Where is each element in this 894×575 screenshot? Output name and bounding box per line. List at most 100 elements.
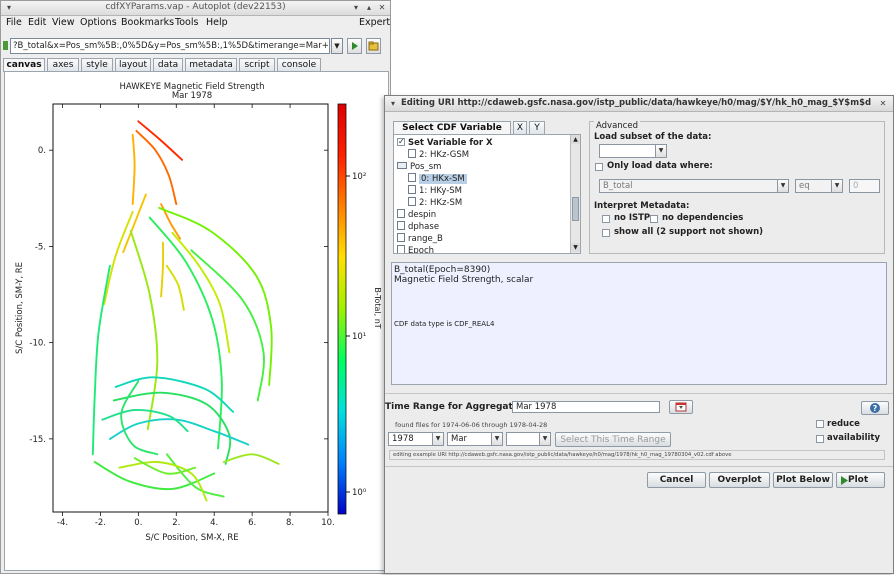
tree-item[interactable]: Epoch <box>397 245 434 253</box>
file-icon <box>397 245 405 253</box>
no-dependencies-checkbox[interactable] <box>650 215 658 223</box>
no-istp-label: no ISTP <box>614 213 651 223</box>
description-variable: B_total(Epoch=8390) <box>394 265 491 275</box>
scroll-up-icon[interactable]: ▲ <box>571 135 580 144</box>
tab-style[interactable]: style <box>81 58 113 71</box>
tab-metadata[interactable]: metadata <box>185 58 237 71</box>
day-combo[interactable]: ▼ <box>506 432 551 446</box>
tree-item[interactable]: dphase <box>397 221 439 233</box>
only-load-checkbox[interactable] <box>595 163 603 171</box>
x-tick-label: 4. <box>210 518 218 528</box>
tab-console[interactable]: console <box>277 58 321 71</box>
where-operator-combo[interactable]: eq ▼ <box>795 179 843 193</box>
plot-canvas[interactable]: HAWKEYE Magnetic Field Strength Mar 1978… <box>4 71 389 571</box>
x-tick-label: 2. <box>172 518 180 528</box>
menu-help[interactable]: Help <box>206 17 228 28</box>
no-istp-checkbox[interactable] <box>602 215 610 223</box>
chevron-down-icon: ▼ <box>655 145 666 157</box>
set-variable-checkbox[interactable]: ✓ <box>397 137 405 146</box>
menu-view[interactable]: View <box>52 17 75 28</box>
dialog-close-icon[interactable]: ✕ <box>879 100 887 108</box>
calendar-button[interactable] <box>669 400 693 414</box>
dialog-title: Editing URI http://cdaweb.gsfc.nasa.gov/… <box>401 98 871 108</box>
set-variable-row[interactable]: ✓ Set Variable for X <box>397 137 493 149</box>
x-tick-label: 8. <box>286 518 294 528</box>
menu-tools[interactable]: Tools <box>175 17 198 28</box>
minimize-icon[interactable]: ▾ <box>352 4 360 12</box>
scroll-down-icon[interactable]: ▼ <box>571 243 580 252</box>
reduce-checkbox[interactable] <box>816 420 824 428</box>
menu-file[interactable]: File <box>6 17 22 28</box>
tab-x[interactable]: X <box>513 121 527 134</box>
tab-layout[interactable]: layout <box>115 58 151 71</box>
load-subset-label: Load subset of the data: <box>594 132 712 142</box>
tree-item[interactable]: despin <box>397 209 436 221</box>
reduce-label: reduce <box>827 419 860 429</box>
colorbar-label: B-Total, nT <box>373 287 382 328</box>
tree-item[interactable]: 2: HKz-GSM <box>408 149 469 161</box>
tab-script[interactable]: script <box>239 58 275 71</box>
tree-scrollbar[interactable]: ▲ ▼ <box>570 135 580 253</box>
subset-combo[interactable]: ▼ <box>599 144 667 158</box>
advanced-panel: Advanced Load subset of the data: ▼ Only… <box>589 121 885 254</box>
maximize-icon[interactable]: ▴ <box>365 4 373 12</box>
tree-item[interactable]: 2: HKz-SM <box>408 197 462 209</box>
divider <box>385 466 893 467</box>
chevron-down-icon: ▼ <box>539 433 550 445</box>
time-range-input[interactable]: Mar 1978 <box>512 401 660 413</box>
where-value-input[interactable]: 0 <box>849 179 880 193</box>
select-time-range-button[interactable]: Select This Time Range <box>555 432 671 447</box>
tree-item[interactable]: range_B <box>397 233 443 245</box>
file-icon <box>408 149 416 158</box>
x-tick-label: -4. <box>57 518 68 528</box>
tab-data[interactable]: data <box>153 58 183 71</box>
plot-subtitle: Mar 1978 <box>172 91 212 101</box>
plot-button[interactable]: Plot <box>836 472 885 488</box>
tree-item[interactable]: 1: HKy-SM <box>408 185 462 197</box>
availability-checkbox[interactable] <box>816 435 824 443</box>
where-variable-combo[interactable]: B_total ▼ <box>599 179 789 193</box>
dialog-menu-icon[interactable]: ▾ <box>389 100 397 108</box>
uri-history-dropdown[interactable]: ▼ <box>331 38 343 54</box>
menu-edit[interactable]: Edit <box>28 17 46 28</box>
year-combo[interactable]: 1978 ▼ <box>388 432 444 446</box>
variable-description: B_total(Epoch=8390) Magnetic Field Stren… <box>391 262 887 385</box>
availability-label: availability <box>827 433 881 443</box>
uri-row: ?B_total&x=Pos_sm%5B:,0%5D&y=Pos_sm%5B:,… <box>1 36 390 56</box>
status-line: editing example URI http://cdaweb.gsfc.n… <box>389 450 885 460</box>
uri-input[interactable]: ?B_total&x=Pos_sm%5B:,0%5D&y=Pos_sm%5B:,… <box>10 38 330 54</box>
calendar-icon <box>675 402 687 412</box>
menu-options[interactable]: Options <box>80 17 117 28</box>
help-button[interactable]: ? <box>861 401 889 415</box>
file-icon <box>408 185 416 194</box>
cancel-button[interactable]: Cancel <box>647 472 706 488</box>
description-summary: Magnetic Field Strength, scalar <box>394 275 534 285</box>
x-tick-label: 0. <box>134 518 142 528</box>
go-button[interactable] <box>347 38 362 54</box>
file-icon <box>397 233 405 242</box>
month-combo[interactable]: Mar ▼ <box>447 432 503 446</box>
help-icon: ? <box>870 403 880 413</box>
show-all-checkbox[interactable] <box>602 229 610 237</box>
tree-item-selected[interactable]: 0: HKx-SM <box>408 173 467 185</box>
y-tick-label: -10. <box>29 339 46 349</box>
tab-y[interactable]: Y <box>529 121 545 134</box>
play-icon <box>352 42 358 50</box>
colorbar-tick-label: 10² <box>352 172 366 182</box>
tab-select-cdf-variable[interactable]: Select CDF Variable (of 8) <box>393 121 511 145</box>
menu-bookmarks[interactable]: Bookmarks <box>121 17 174 28</box>
plot-area <box>52 103 329 513</box>
y-axis-label: S/C Position, SM-Y, RE <box>15 262 25 354</box>
tree-folder[interactable]: Pos_sm <box>397 161 441 173</box>
scroll-thumb[interactable] <box>572 197 579 221</box>
interpret-metadata-label: Interpret Metadata: <box>594 201 690 211</box>
expert-menu[interactable]: Expert <box>359 17 390 28</box>
browse-button[interactable] <box>366 38 381 54</box>
overplot-button[interactable]: Overplot <box>709 472 770 488</box>
tab-axes[interactable]: axes <box>47 58 79 71</box>
plot-below-button[interactable]: Plot Below <box>773 472 833 488</box>
close-icon[interactable]: ✕ <box>378 4 386 12</box>
y-tick-label: 0. <box>38 146 46 156</box>
description-data-type: CDF data type is CDF_REAL4 <box>394 320 495 328</box>
tab-canvas[interactable]: canvas <box>3 58 45 72</box>
